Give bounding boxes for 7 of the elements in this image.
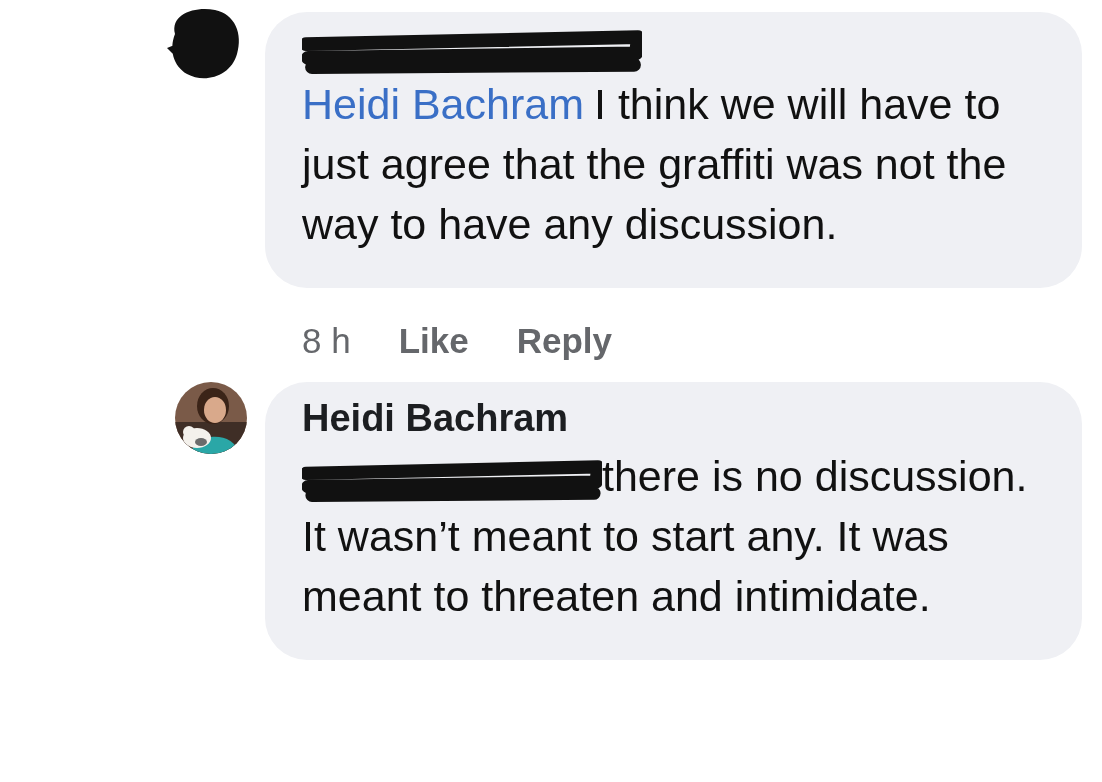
action-link[interactable]: Like xyxy=(398,314,469,368)
comment-text: there is no discussion. It wasn’t meant to start any. It was meant to threaten and intimidate. xyxy=(302,451,1029,622)
mention-link[interactable]: Heidi Bachram xyxy=(302,80,584,128)
action-link[interactable]: Reply xyxy=(516,314,612,368)
author-name[interactable]: Heidi Bachram xyxy=(302,398,569,438)
comment-time: 8 h xyxy=(302,319,351,362)
comment-text: Heidi Bachram I think we will have to just agree that the graffiti was not the way to have any discussion. xyxy=(302,79,1008,250)
